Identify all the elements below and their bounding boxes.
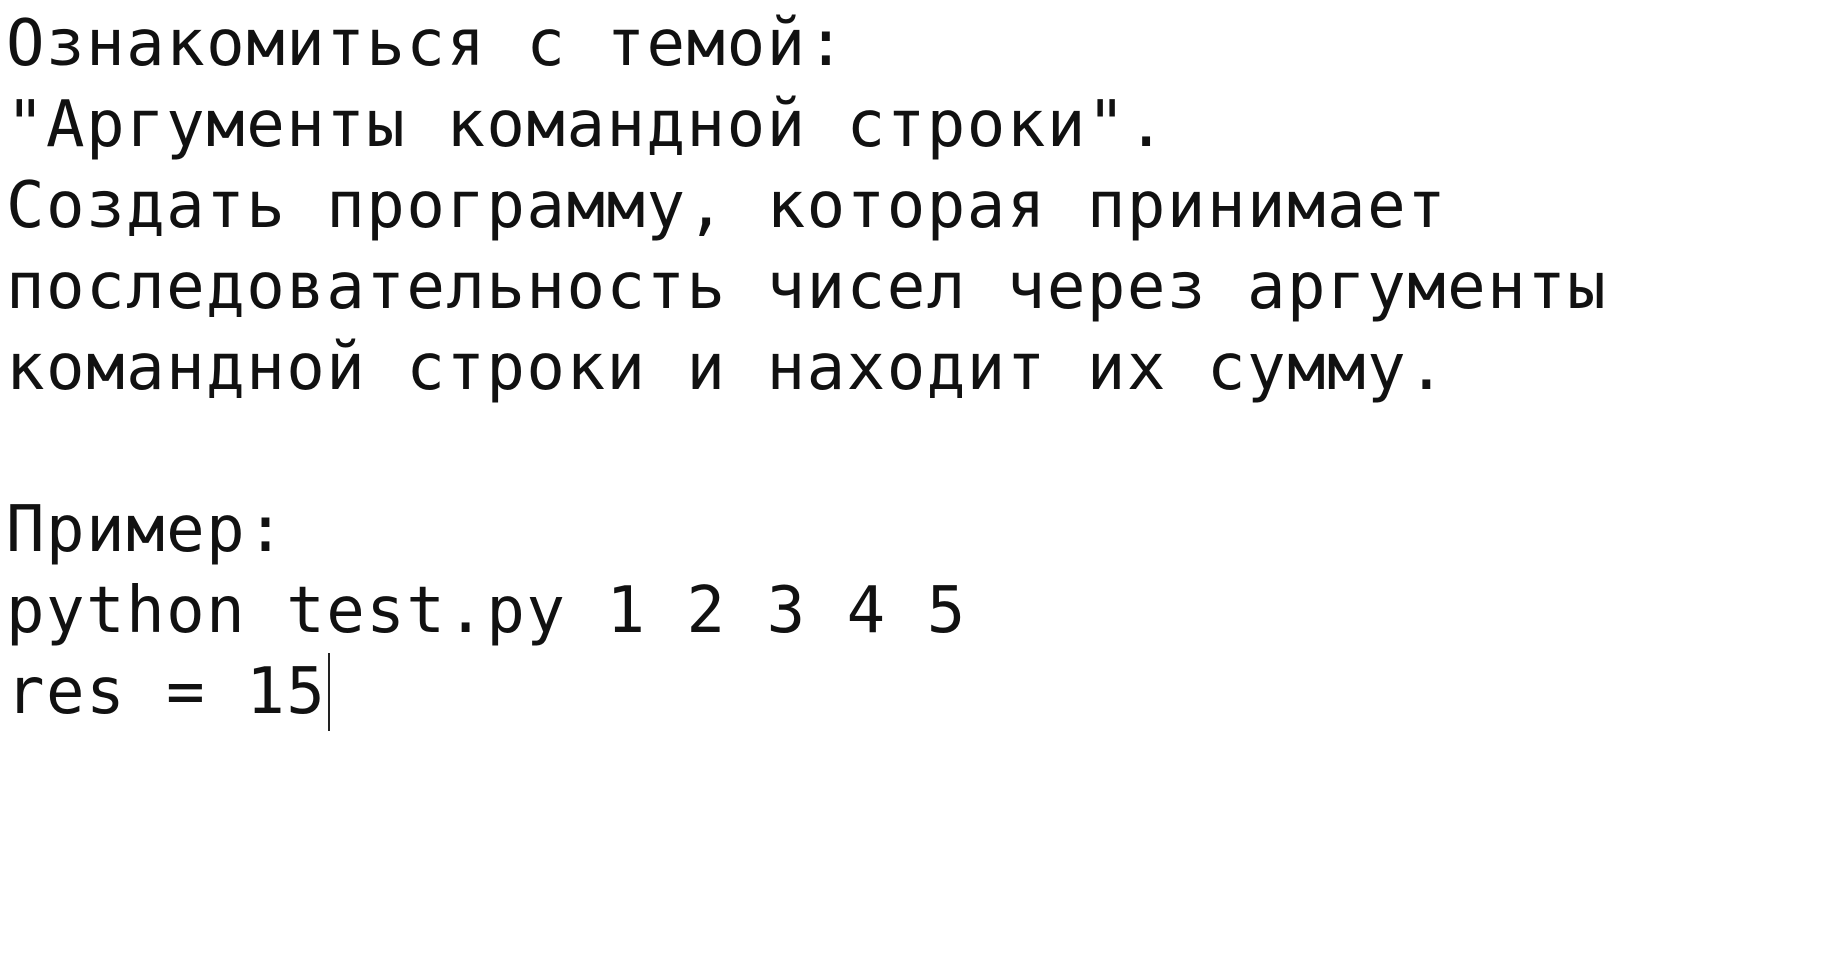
text-line: Пример:: [6, 493, 287, 567]
text-editor-area[interactable]: Ознакомиться с темой: "Аргументы командн…: [6, 4, 1826, 964]
text-line: командной строки и находит их сумму.: [6, 331, 1448, 405]
text-line: "Аргументы командной строки".: [6, 88, 1167, 162]
text-cursor: [328, 653, 331, 731]
text-line: последовательность чисел через аргументы: [6, 250, 1608, 324]
text-line: Ознакомиться с темой:: [6, 7, 847, 81]
text-line: python test.py 1 2 3 4 5: [6, 574, 967, 648]
text-line-content: res = 15: [6, 655, 327, 729]
text-line: Создать программу, которая принимает: [6, 169, 1448, 243]
text-line-with-caret: res = 15: [6, 652, 1826, 733]
